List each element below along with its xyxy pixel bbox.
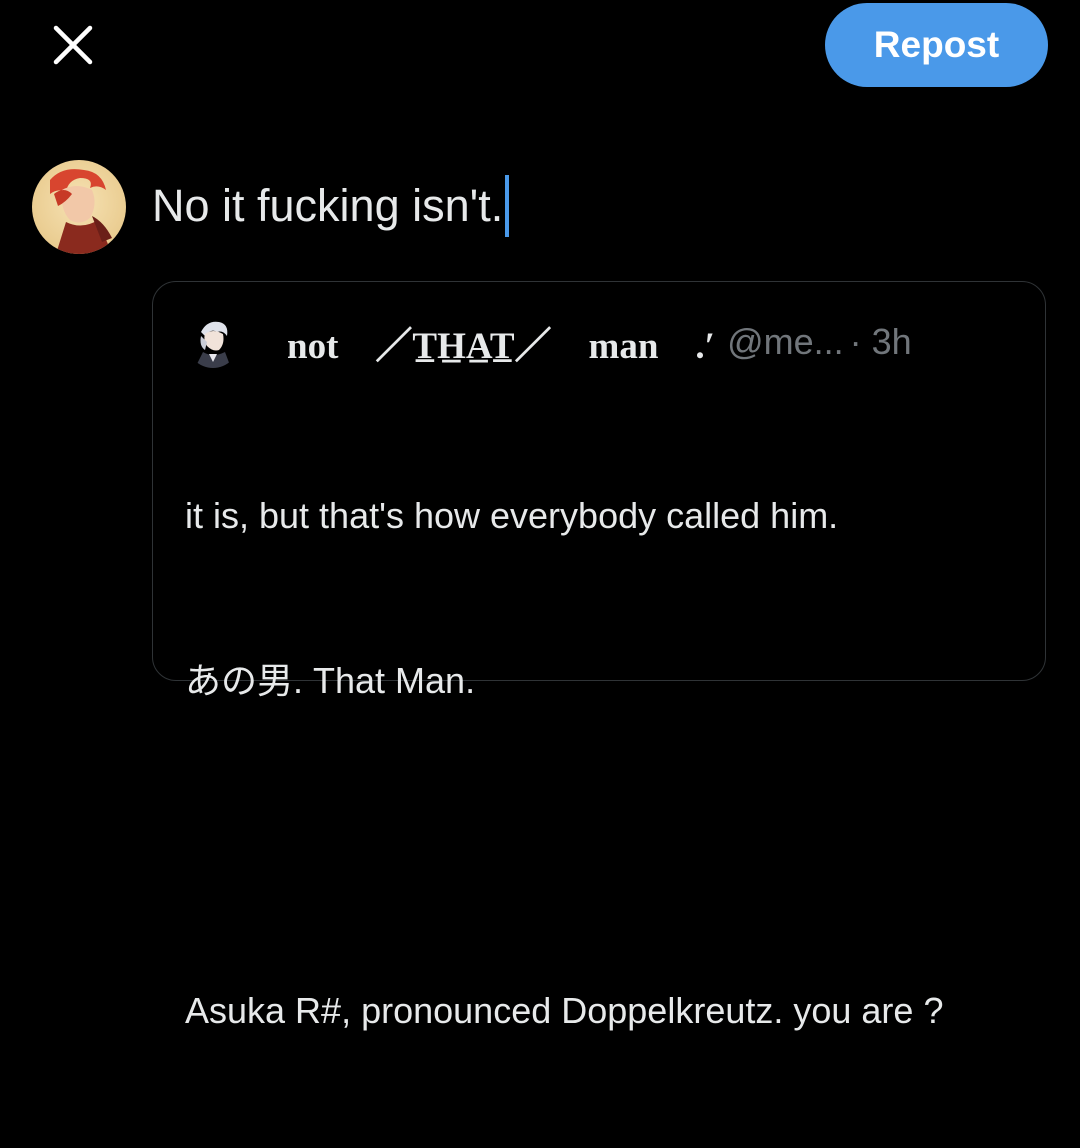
quoted-display-name[interactable]: not ／T̲H̲A̲T̲／ man .′ bbox=[287, 315, 715, 369]
text-cursor bbox=[505, 175, 510, 237]
quoted-body-line: it is, but that's how everybody called h… bbox=[185, 495, 839, 536]
close-icon bbox=[53, 25, 93, 65]
quoted-post-body: it is, but that's how everybody called h… bbox=[185, 378, 1015, 1148]
compose-text-value: No it fucking isn't. bbox=[152, 180, 504, 231]
quoted-post-header: not ／T̲H̲A̲T̲／ man .′ @me... · 3h bbox=[187, 312, 1015, 372]
quoted-body-line: あの男. That Man. bbox=[185, 660, 476, 701]
quoted-timestamp: · 3h bbox=[849, 321, 912, 362]
quoted-body-line: Asuka R#, pronounced Doppelkreutz. you a… bbox=[185, 990, 944, 1031]
compose-input[interactable]: No it fucking isn't. bbox=[152, 175, 510, 237]
close-button[interactable] bbox=[46, 18, 100, 72]
quoted-handle[interactable]: @me... bbox=[727, 321, 844, 363]
user-avatar[interactable] bbox=[32, 160, 126, 254]
quoted-body-line bbox=[185, 818, 1015, 873]
repost-button[interactable]: Repost bbox=[825, 3, 1048, 87]
quoted-post-card[interactable]: not ／T̲H̲A̲T̲／ man .′ @me... · 3h it is,… bbox=[152, 281, 1046, 1031]
quoted-user-avatar[interactable] bbox=[187, 316, 239, 368]
